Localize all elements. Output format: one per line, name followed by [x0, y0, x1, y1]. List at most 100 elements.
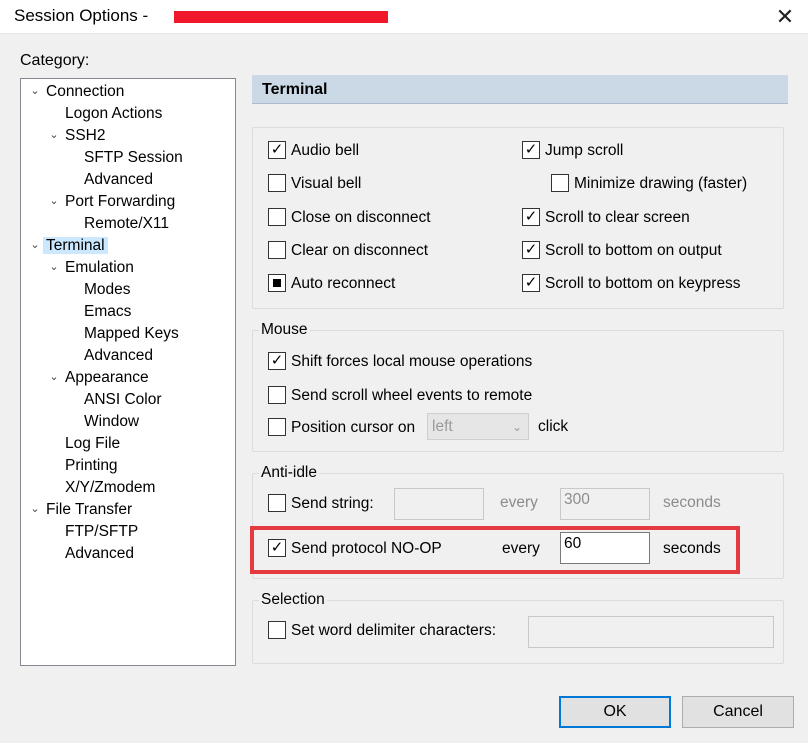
checkbox-box[interactable] [268, 494, 286, 512]
tree-item[interactable]: ⌄ File Transfer [27, 499, 135, 520]
tree-item-label: Connection [46, 83, 125, 100]
minimize-drawing-checkbox[interactable]: Minimize drawing (faster) [551, 173, 747, 195]
tree-item-label: SSH2 [65, 127, 106, 144]
checkbox-box[interactable] [522, 208, 540, 226]
tree-item[interactable]: X/Y/Zmodem [46, 477, 158, 498]
tree-item-label: FTP/SFTP [65, 523, 139, 540]
tree-item[interactable]: Advanced [46, 543, 137, 564]
chevron-down-icon[interactable]: ⌄ [46, 367, 62, 388]
tree-item-label: Logon Actions [65, 105, 163, 122]
tree-item-label: X/Y/Zmodem [65, 479, 156, 496]
tree-item-label: Advanced [84, 347, 153, 364]
checkbox-box[interactable] [268, 208, 286, 226]
tree-item-label: Emulation [65, 259, 134, 276]
tree-item[interactable]: Window [65, 411, 142, 432]
panel-title: Terminal [252, 75, 788, 104]
tree-item-label: Advanced [84, 171, 153, 188]
close-on-disconnect-checkbox[interactable]: Close on disconnect [268, 207, 431, 229]
tree-item[interactable]: ⌄ Appearance [46, 367, 152, 388]
tree-item[interactable]: ⌄ Emulation [46, 257, 137, 278]
scroll-to-clear-checkbox[interactable]: Scroll to clear screen [522, 207, 690, 229]
tree-item-label: Emacs [84, 303, 132, 320]
ok-button[interactable]: OK [559, 696, 671, 728]
tree-item[interactable]: Modes [65, 279, 134, 300]
tree-item-label: Mapped Keys [84, 325, 179, 342]
tree-item[interactable]: ⌄ Terminal [27, 235, 108, 256]
checkbox-box[interactable] [268, 141, 286, 159]
tree-item-label: Printing [65, 457, 118, 474]
tree-item[interactable]: ANSI Color [65, 389, 165, 410]
title-bar: Session Options - ✕ [0, 0, 808, 34]
tree-item-label: Advanced [65, 545, 134, 562]
checkbox-box[interactable] [551, 174, 569, 192]
chevron-down-icon[interactable]: ⌄ [46, 191, 62, 212]
tree-item[interactable]: Log File [46, 433, 123, 454]
every-label-1: every [500, 494, 538, 511]
tree-item-label: Remote/X11 [84, 215, 170, 232]
red-highlight-annotation [250, 526, 740, 574]
chevron-down-icon[interactable]: ⌄ [27, 499, 43, 520]
scroll-bottom-keypress-checkbox[interactable]: Scroll to bottom on keypress [522, 273, 741, 295]
tree-item[interactable]: Remote/X11 [65, 213, 172, 234]
tree-item-label: Window [84, 413, 140, 430]
tree-item[interactable]: ⌄ Port Forwarding [46, 191, 178, 212]
click-label: click [538, 418, 569, 435]
tree-item-label: ANSI Color [84, 391, 162, 408]
checkbox-box[interactable] [268, 352, 286, 370]
tree-item[interactable]: ⌄ Connection [27, 81, 127, 102]
visual-bell-checkbox[interactable]: Visual bell [268, 173, 361, 195]
tree-item[interactable]: Emacs [65, 301, 134, 322]
chevron-down-icon[interactable]: ⌄ [46, 125, 62, 146]
send-scroll-wheel-checkbox[interactable]: Send scroll wheel events to remote [268, 385, 532, 407]
auto-reconnect-checkbox[interactable]: Auto reconnect [268, 273, 395, 295]
checkbox-box[interactable] [268, 174, 286, 192]
cancel-button[interactable]: Cancel [682, 696, 794, 728]
scroll-bottom-output-checkbox[interactable]: Scroll to bottom on output [522, 240, 722, 262]
tree-item[interactable]: FTP/SFTP [46, 521, 141, 542]
tree-item-label: SFTP Session [84, 149, 183, 166]
tree-item-label: Port Forwarding [65, 193, 176, 210]
tree-item[interactable]: Advanced [65, 345, 156, 366]
window-title: Session Options - [14, 6, 149, 25]
word-delimiter-input[interactable] [528, 616, 774, 648]
send-string-checkbox[interactable]: Send string: [268, 493, 374, 515]
tree-item[interactable]: Logon Actions [46, 103, 165, 124]
checkbox-box[interactable] [522, 274, 540, 292]
selection-group-title: Selection [259, 591, 327, 609]
tree-item[interactable]: Printing [46, 455, 121, 476]
tree-item-label: Terminal [43, 237, 108, 254]
checkbox-box[interactable] [268, 386, 286, 404]
tree-item[interactable]: SFTP Session [65, 147, 186, 168]
checkbox-box[interactable] [522, 241, 540, 259]
send-string-interval-input[interactable]: 300 [560, 488, 650, 520]
checkbox-box[interactable] [268, 418, 286, 436]
category-label: Category: [20, 52, 90, 69]
send-string-input[interactable] [394, 488, 484, 520]
tree-item-label: File Transfer [46, 501, 133, 518]
chevron-down-icon: ⌄ [511, 420, 522, 434]
anti-idle-group-title: Anti-idle [259, 464, 319, 482]
jump-scroll-checkbox[interactable]: Jump scroll [522, 140, 623, 162]
chevron-down-icon[interactable]: ⌄ [46, 257, 62, 278]
chevron-down-icon[interactable]: ⌄ [27, 235, 43, 256]
checkbox-box[interactable] [268, 241, 286, 259]
tree-item[interactable]: ⌄ SSH2 [46, 125, 109, 146]
tree-item-label: Log File [65, 435, 121, 452]
checkbox-box[interactable] [268, 621, 286, 639]
checkbox-box[interactable] [268, 274, 286, 292]
chevron-down-icon[interactable]: ⌄ [27, 81, 43, 102]
clear-on-disconnect-checkbox[interactable]: Clear on disconnect [268, 240, 428, 262]
shift-forces-checkbox[interactable]: Shift forces local mouse operations [268, 351, 532, 373]
audio-bell-checkbox[interactable]: Audio bell [268, 140, 359, 162]
checkbox-box[interactable] [522, 141, 540, 159]
tree-item[interactable]: Advanced [65, 169, 156, 190]
position-cursor-checkbox[interactable]: Position cursor on [268, 417, 415, 439]
close-icon[interactable]: ✕ [770, 4, 800, 30]
tree-item[interactable]: Mapped Keys [65, 323, 182, 344]
word-delimiter-checkbox[interactable]: Set word delimiter characters: [268, 620, 496, 642]
position-cursor-select[interactable]: left ⌄ [427, 413, 529, 440]
seconds-label-1: seconds [663, 494, 721, 511]
category-tree[interactable]: ⌄ Connection Logon Actions ⌄ SSH2 SFTP Sessio… [20, 78, 236, 666]
redacted-host [174, 11, 388, 23]
tree-item-label: Modes [84, 281, 131, 298]
